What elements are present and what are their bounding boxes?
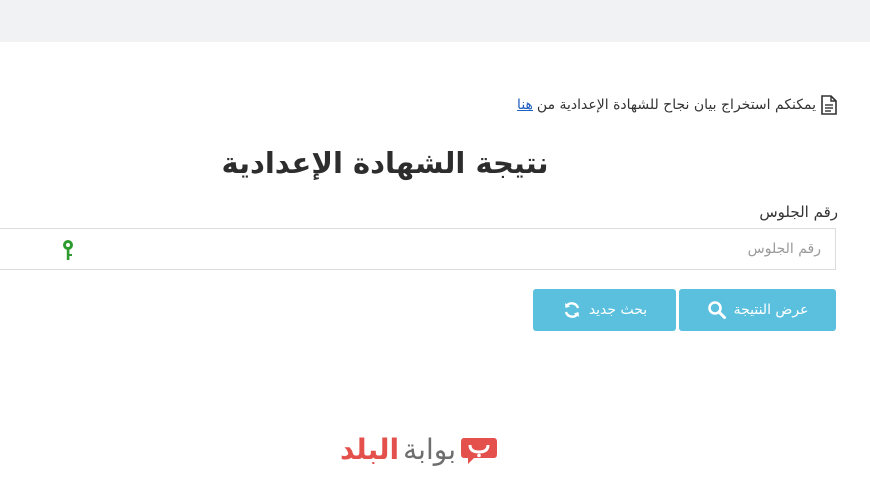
notice-link[interactable]: هنا [517, 97, 533, 113]
logo-mark [460, 432, 498, 466]
search-icon [707, 301, 726, 319]
page-title: نتيجة الشهادة الإعدادية [221, 146, 549, 180]
new-search-label: بحث جديد [588, 302, 648, 318]
top-bar [0, 0, 870, 42]
seat-number-input[interactable] [0, 229, 835, 269]
seat-number-field [0, 228, 836, 270]
new-search-button[interactable]: بحث جديد [533, 289, 676, 331]
document-icon [820, 95, 838, 115]
notice-text: يمكنكم استخراج بيان نجاح للشهادة الإعداد… [536, 97, 816, 113]
show-result-label: عرض النتيجة [733, 302, 809, 318]
seat-number-label: رقم الجلوس [759, 203, 838, 221]
watermark-text-part1: بوابة [403, 432, 456, 466]
show-result-button[interactable]: عرض النتيجة [679, 289, 836, 331]
refresh-icon [564, 302, 579, 318]
key-icon [56, 237, 80, 263]
watermark-text-part2: البلد [340, 432, 400, 466]
watermark-logo: بوابة البلد [340, 432, 498, 466]
notice-line: يمكنكم استخراج بيان نجاح للشهادة الإعداد… [517, 95, 838, 115]
